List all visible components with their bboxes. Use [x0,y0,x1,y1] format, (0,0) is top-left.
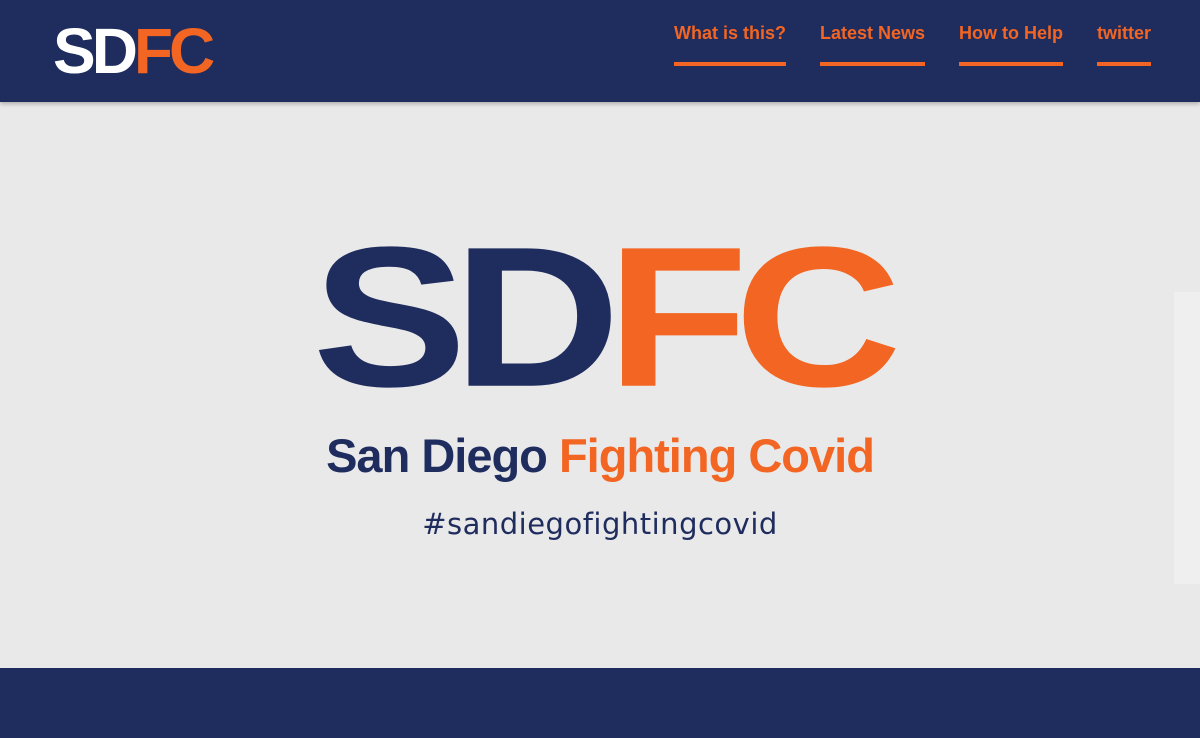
tagline-san-diego: San Diego [326,429,548,482]
site-header: SD FC What is this? Latest News How to He… [0,0,1200,102]
hero-section: SDFC San Diego Fighting Covid #sandiegof… [0,102,1200,668]
nav-how-to-help[interactable]: How to Help [959,22,1063,66]
side-scroll-tab[interactable] [1174,292,1200,584]
main-nav: What is this? Latest News How to Help tw… [673,22,1151,66]
header-logo[interactable]: SD FC [53,15,215,87]
hero-logo-fc: FC [606,205,902,429]
hero-logo: SDFC [0,218,1200,450]
nav-twitter[interactable]: twitter [1097,22,1151,66]
nav-what-is-this[interactable]: What is this? [673,22,786,66]
header-logo-sd: SD [53,15,138,87]
header-logo-fc: FC [133,15,215,87]
hero-hashtag: #sandiegofightingcovid [422,507,778,541]
hero-tagline: San Diego Fighting Covid [0,428,1200,483]
nav-latest-news[interactable]: Latest News [819,22,925,66]
site-footer [0,668,1200,738]
hero-logo-sd: SD [312,205,620,429]
tagline-fighting-covid: Fighting Covid [558,429,875,482]
